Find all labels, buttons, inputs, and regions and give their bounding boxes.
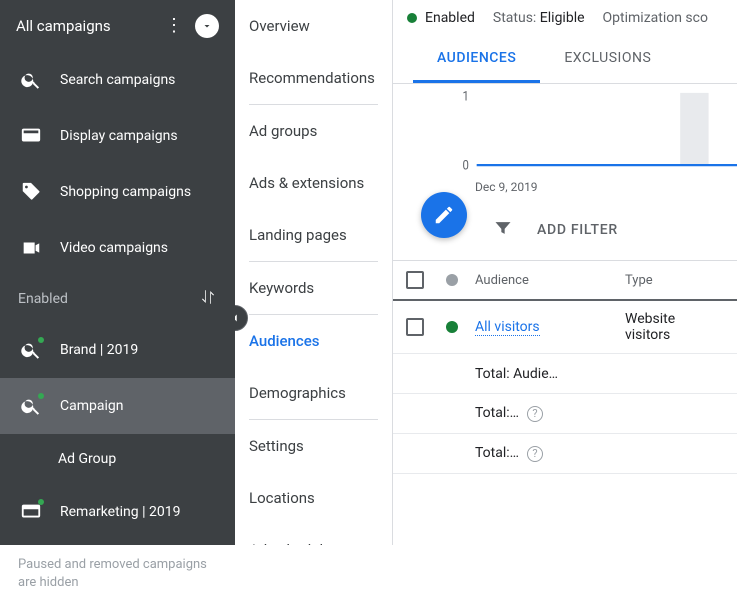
enabled-label: Enabled [18, 291, 68, 307]
total-label: Total: Audie… [467, 362, 617, 386]
sidebar-item-label: Shopping campaigns [60, 184, 191, 200]
nav-item-settings[interactable]: Settings [235, 420, 392, 472]
audience-link[interactable]: All visitors [475, 319, 540, 336]
display-icon [20, 125, 42, 147]
status-column-icon[interactable] [446, 274, 458, 286]
nav-item-overview[interactable]: Overview [235, 0, 392, 52]
campaigns-sidebar: All campaigns ⋮ Search campaigns Display… [0, 0, 235, 545]
status-dot-icon [38, 337, 44, 343]
sidebar-campaign-brand[interactable]: Brand | 2019 [0, 322, 235, 378]
select-all-checkbox[interactable] [406, 271, 424, 289]
dropdown-toggle-icon[interactable] [195, 14, 219, 38]
tab-exclusions[interactable]: EXCLUSIONS [540, 36, 675, 83]
optimization-score-label: Optimization sco [603, 10, 708, 26]
nav-item-ad-groups[interactable]: Ad groups [235, 105, 392, 157]
enabled-text: Enabled [425, 10, 475, 26]
sidebar-item-label: Brand | 2019 [60, 342, 138, 358]
sidebar-item-label: Remarketing | 2019 [60, 504, 180, 520]
total-label: Total:… [475, 445, 519, 461]
filter-icon[interactable] [493, 218, 513, 242]
row-status-dot-icon [446, 321, 458, 333]
main-panel: Enabled Status: Eligible Optimization sc… [393, 0, 737, 545]
nav-item-recommendations[interactable]: Recommendations [235, 52, 392, 104]
all-campaigns-title[interactable]: All campaigns [16, 17, 111, 35]
table-row: All visitors Website visitors [393, 301, 737, 354]
sidebar-item-label: Video campaigns [60, 240, 168, 256]
status-dot-icon [407, 13, 417, 23]
table-header-row: Audience Type [393, 261, 737, 301]
row-checkbox[interactable] [406, 318, 424, 336]
sort-icon[interactable] [199, 288, 217, 310]
table-total-row: Total:…? [393, 434, 737, 474]
sidebar-item-label: Search campaigns [60, 72, 175, 88]
sidebar-campaign-campaign[interactable]: Campaign [0, 378, 235, 434]
display-icon [20, 501, 42, 523]
video-icon [20, 237, 42, 259]
enabled-filter-row[interactable]: Enabled [0, 276, 235, 322]
nav-item-keywords[interactable]: Keywords [235, 262, 392, 314]
audience-type: Website visitors [617, 307, 707, 347]
search-icon [20, 69, 42, 91]
tag-icon [20, 181, 42, 203]
y-tick-1: 1 [462, 90, 468, 105]
status-dot-icon [38, 499, 44, 505]
nav-item-demographics[interactable]: Demographics [235, 367, 392, 419]
table-total-row: Total:…? [393, 394, 737, 434]
sidebar-item-label: Ad Group [58, 451, 116, 467]
sidebar-item-video-campaigns[interactable]: Video campaigns [0, 220, 235, 276]
nav-item-audiences[interactable]: Audiences [235, 315, 392, 367]
col-header-audience[interactable]: Audience [467, 269, 617, 292]
audiences-table: Audience Type All visitors Website visit… [393, 260, 737, 474]
sidebar-item-shopping-campaigns[interactable]: Shopping campaigns [0, 164, 235, 220]
sidebar-item-display-campaigns[interactable]: Display campaigns [0, 108, 235, 164]
nav-item-ad-schedule[interactable]: Ad schedule [235, 524, 392, 545]
search-icon [20, 395, 42, 417]
sidebar-header: All campaigns ⋮ [0, 0, 235, 52]
add-audience-button[interactable] [421, 192, 467, 238]
add-filter-button[interactable]: ADD FILTER [537, 222, 618, 238]
nav-item-ads-extensions[interactable]: Ads & extensions [235, 157, 392, 209]
table-total-row: Total: Audie… [393, 354, 737, 394]
sidebar-footer-text: Paused and removed campaigns are hidden [0, 540, 235, 608]
sidebar-campaign-remarketing[interactable]: Remarketing | 2019 [0, 484, 235, 540]
performance-chart[interactable]: 1 0 [393, 84, 737, 184]
col-header-type[interactable]: Type [617, 269, 707, 292]
sidebar-item-label: Display campaigns [60, 128, 178, 144]
search-icon [20, 339, 42, 361]
help-icon[interactable]: ? [527, 406, 543, 422]
sidebar-item-search-campaigns[interactable]: Search campaigns [0, 52, 235, 108]
tab-audiences[interactable]: AUDIENCES [413, 36, 540, 83]
more-menu-icon[interactable]: ⋮ [165, 17, 183, 35]
help-icon[interactable]: ? [527, 446, 543, 462]
status-label: Status: Eligible [493, 10, 585, 26]
status-dot-icon [38, 393, 44, 399]
campaign-status-bar: Enabled Status: Eligible Optimization sc… [393, 0, 737, 36]
total-label: Total:… [475, 405, 519, 421]
sidebar-item-label: Campaign [60, 398, 123, 414]
y-tick-0: 0 [462, 159, 468, 174]
audience-tabs: AUDIENCES EXCLUSIONS [393, 36, 737, 84]
nav-item-locations[interactable]: Locations [235, 472, 392, 524]
enabled-status[interactable]: Enabled [407, 10, 475, 26]
sidebar-adgroup[interactable]: Ad Group [0, 434, 235, 484]
nav-item-landing-pages[interactable]: Landing pages [235, 209, 392, 261]
page-nav: Overview Recommendations Ad groups Ads &… [235, 0, 393, 545]
